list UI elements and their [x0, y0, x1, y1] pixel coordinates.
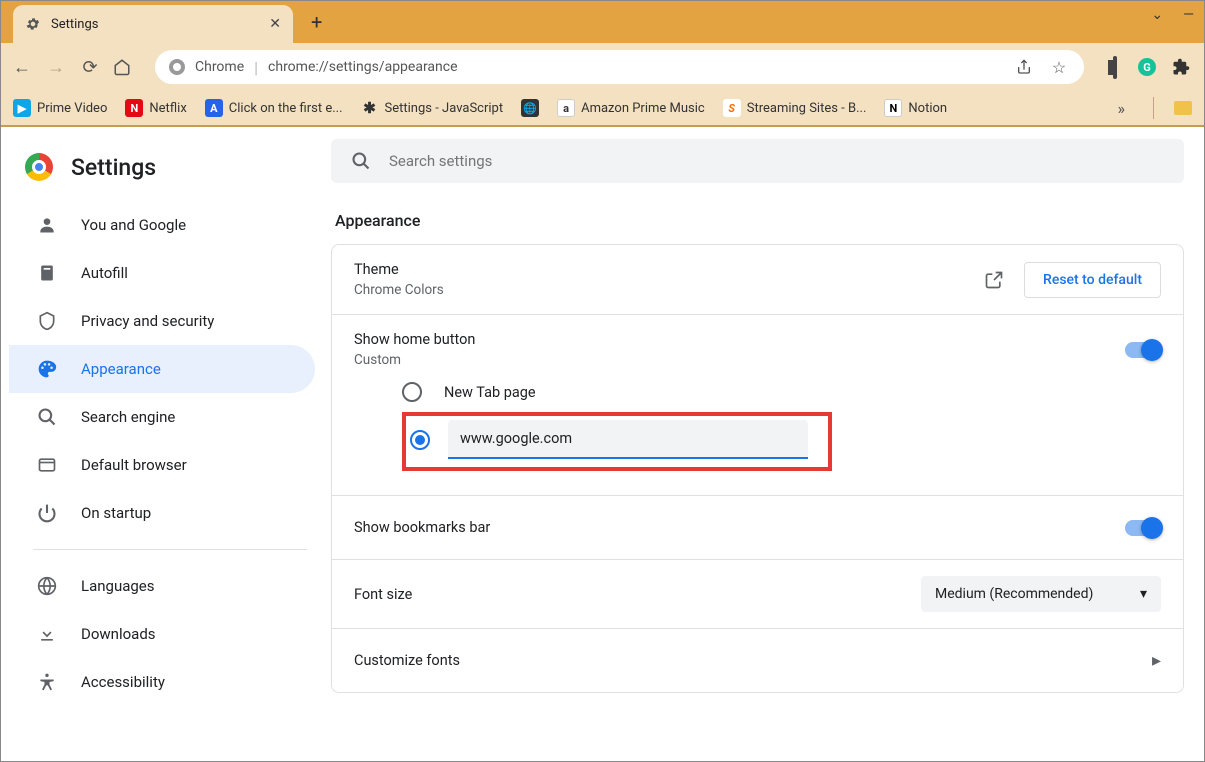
font-size-select[interactable]: Medium (Recommended) ▾	[921, 576, 1161, 612]
back-button[interactable]: ←	[11, 57, 33, 78]
home-button-label: Show home button	[354, 331, 1125, 348]
search-settings-box[interactable]	[331, 139, 1184, 183]
bookmark-globe[interactable]: 🌐	[521, 99, 539, 117]
bookmark-netflix[interactable]: NNetflix	[125, 99, 186, 117]
person-icon	[37, 215, 57, 235]
browser-tab[interactable]: Settings ✕	[13, 5, 293, 43]
chrome-logo-icon	[25, 153, 53, 181]
forward-button[interactable]: →	[45, 57, 67, 78]
sidebar-item-appearance[interactable]: Appearance	[9, 345, 315, 393]
address-app-label: Chrome	[195, 59, 244, 75]
radio-icon[interactable]	[410, 430, 430, 450]
bookmark-settings-js[interactable]: ✱Settings - JavaScript	[361, 99, 504, 117]
toolbar: ← → ⟳ Chrome | chrome://settings/appeara…	[1, 43, 1204, 91]
row-home-button: Show home button Custom New Tab page	[332, 314, 1183, 495]
reload-button[interactable]: ⟳	[79, 57, 101, 78]
sidebar-item-languages[interactable]: Languages	[9, 562, 315, 610]
new-tab-button[interactable]: +	[311, 10, 322, 34]
chevron-down-icon[interactable]: ⌄	[1151, 7, 1163, 23]
bookmarks-bar-toggle[interactable]	[1125, 520, 1161, 536]
palette-icon	[37, 359, 57, 379]
chevron-right-icon: ▸	[1152, 650, 1161, 671]
sidebar-item-on-startup[interactable]: On startup	[9, 489, 315, 537]
bookmark-prime-video[interactable]: ▶Prime Video	[13, 99, 107, 117]
sidebar-item-accessibility[interactable]: Accessibility	[9, 658, 315, 706]
sidebar-item-autofill[interactable]: Autofill	[9, 249, 315, 297]
radio-new-tab-page[interactable]: New Tab page	[402, 372, 1161, 412]
sidebar-item-search-engine[interactable]: Search engine	[9, 393, 315, 441]
tab-close-icon[interactable]: ✕	[269, 16, 281, 32]
sidebar-item-you-and-google[interactable]: You and Google	[9, 201, 315, 249]
extensions-icon[interactable]	[1172, 58, 1194, 76]
home-button-sub: Custom	[354, 352, 1125, 368]
section-title: Appearance	[335, 211, 1192, 230]
sidebar-title: Settings	[71, 154, 156, 181]
font-size-label: Font size	[354, 586, 921, 603]
address-bar[interactable]: Chrome | chrome://settings/appearance ☆	[155, 50, 1084, 84]
share-icon[interactable]	[1016, 59, 1038, 75]
bookmark-folder-icon[interactable]	[1174, 101, 1192, 115]
reset-to-default-button[interactable]: Reset to default	[1024, 262, 1161, 298]
reader-mode-icon[interactable]	[1104, 58, 1126, 77]
chevron-down-icon: ▾	[1140, 586, 1147, 602]
main-content: Appearance Theme Chrome Colors Reset to …	[331, 127, 1204, 761]
bookmark-click[interactable]: AClick on the first e...	[205, 99, 343, 117]
power-icon	[37, 503, 57, 523]
open-external-icon[interactable]	[984, 270, 1004, 290]
theme-label: Theme	[354, 261, 984, 278]
radio-custom-url-highlight	[402, 412, 832, 471]
bookmark-amazon-music[interactable]: aAmazon Prime Music	[557, 99, 705, 117]
browser-icon	[37, 455, 57, 475]
sidebar-item-downloads[interactable]: Downloads	[9, 610, 315, 658]
row-font-size: Font size Medium (Recommended) ▾	[332, 559, 1183, 628]
bookmark-bar: ▶Prime Video NNetflix AClick on the firs…	[1, 91, 1204, 127]
tab-bar: Settings ✕ + ⌄ —	[1, 1, 1204, 43]
globe-icon	[37, 576, 57, 596]
search-settings-input[interactable]	[389, 152, 1164, 170]
star-icon[interactable]: ☆	[1048, 58, 1070, 77]
customize-fonts-label: Customize fonts	[354, 652, 1152, 669]
row-theme: Theme Chrome Colors Reset to default	[332, 245, 1183, 314]
custom-url-input[interactable]	[448, 420, 808, 459]
gear-icon	[25, 16, 41, 32]
address-url: chrome://settings/appearance	[268, 59, 1006, 75]
bookmark-notion[interactable]: NNotion	[884, 99, 947, 117]
radio-icon[interactable]	[402, 382, 422, 402]
tab-title: Settings	[51, 17, 259, 32]
search-icon	[351, 151, 371, 171]
sidebar-item-default-browser[interactable]: Default browser	[9, 441, 315, 489]
bookmark-overflow-icon[interactable]: »	[1118, 99, 1126, 118]
grammarly-icon[interactable]: G	[1138, 58, 1160, 76]
chrome-icon	[169, 59, 185, 75]
sidebar: Settings You and Google Autofill Privacy…	[1, 127, 331, 761]
row-bookmarks-bar: Show bookmarks bar	[332, 495, 1183, 559]
window-controls: ⌄ —	[1151, 7, 1194, 23]
home-button[interactable]	[113, 58, 135, 76]
bookmark-streaming[interactable]: SStreaming Sites - B...	[723, 99, 867, 117]
theme-sub: Chrome Colors	[354, 282, 984, 298]
shield-icon	[37, 311, 57, 331]
row-customize-fonts[interactable]: Customize fonts ▸	[332, 628, 1183, 692]
accessibility-icon	[37, 672, 57, 692]
autofill-icon	[37, 263, 57, 283]
minimize-icon[interactable]: —	[1183, 7, 1194, 23]
bookmarks-bar-label: Show bookmarks bar	[354, 519, 1125, 536]
search-icon	[37, 407, 57, 427]
download-icon	[37, 624, 57, 644]
sidebar-item-privacy[interactable]: Privacy and security	[9, 297, 315, 345]
home-button-toggle[interactable]	[1125, 342, 1161, 358]
